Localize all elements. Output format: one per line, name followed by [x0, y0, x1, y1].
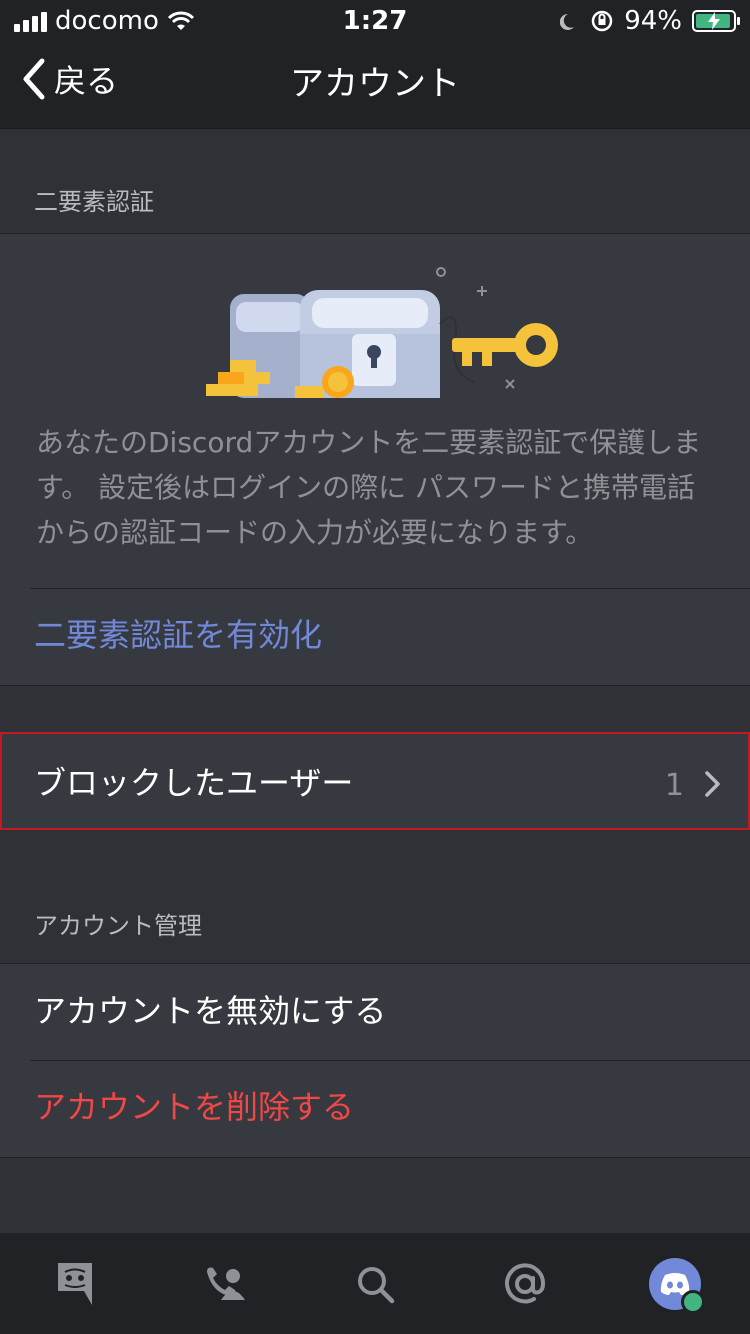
orientation-lock-icon: [591, 10, 613, 32]
search-icon: [358, 1266, 395, 1303]
divider: [30, 1060, 750, 1061]
account-management-panel: アカウントを無効にする アカウントを削除する: [0, 963, 750, 1158]
two-factor-panel: あなたのDiscordアカウントを二要素認証で保護します。 設定後はログインの際…: [0, 233, 750, 686]
section-header-two-factor: 二要素認証: [34, 188, 154, 216]
two-factor-description: あなたのDiscordアカウントを二要素認証で保護します。 設定後はログインの際…: [36, 426, 702, 549]
disable-account-button[interactable]: アカウントを無効にする: [34, 986, 386, 1032]
moon-icon: [560, 13, 575, 30]
mentions-icon: [505, 1262, 546, 1303]
tab-profile[interactable]: [645, 1254, 705, 1314]
enable-two-factor-button[interactable]: 二要素認証を有効化: [34, 610, 322, 656]
section-header-account-management: アカウント管理: [34, 912, 202, 940]
tab-mentions[interactable]: [495, 1254, 555, 1314]
blocked-users-count: 1: [664, 768, 684, 803]
profile-avatar: [649, 1257, 705, 1314]
delete-account-button[interactable]: アカウントを削除する: [34, 1082, 354, 1128]
friends-icon: [207, 1267, 245, 1300]
blocked-users-label: ブロックしたユーザー: [34, 764, 354, 802]
status-bar: docomo 1:27 94%: [0, 0, 750, 40]
tab-friends[interactable]: [195, 1254, 255, 1314]
divider: [30, 588, 750, 589]
tab-search[interactable]: [345, 1254, 405, 1314]
battery-icon: [692, 10, 740, 32]
navigation-bar: 戻る アカウント: [0, 40, 750, 129]
chevron-right-icon: [705, 771, 720, 797]
battery-percent: 94%: [624, 6, 682, 36]
page-title: アカウント: [290, 64, 460, 104]
discord-home-icon: [58, 1262, 92, 1305]
tab-home[interactable]: [45, 1254, 105, 1314]
online-status-dot: [681, 1289, 705, 1314]
tab-bar: [0, 1233, 750, 1334]
blocked-users-row[interactable]: ブロックしたユーザー 1: [0, 732, 750, 830]
status-right: 94%: [560, 6, 740, 36]
treasure-chest-illustration: [206, 267, 558, 398]
